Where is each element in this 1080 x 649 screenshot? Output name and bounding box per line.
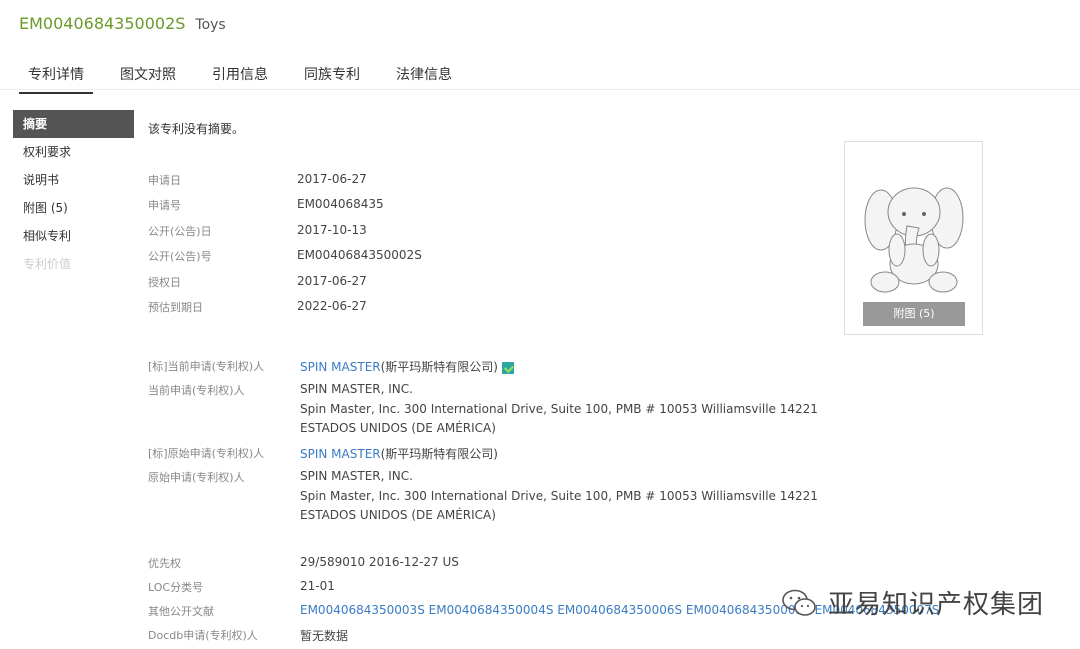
label: 其他公开文献 [148, 605, 214, 618]
verified-icon [502, 361, 514, 374]
address-line: Spin Master, Inc. 300 International Driv… [300, 489, 818, 503]
address-line: Spin Master, Inc. 300 International Driv… [300, 402, 818, 416]
sidebar: 摘要 权利要求 说明书 附图 (5) 相似专利 专利价值 [13, 110, 134, 278]
tab-family[interactable]: 同族专利 [295, 60, 369, 94]
address-line: ESTADOS UNIDOS (DE AMÉRICA) [300, 508, 496, 522]
title-row: EM0040684350002S Toys [19, 14, 226, 33]
sidebar-item-drawings[interactable]: 附图 (5) [13, 194, 134, 222]
label: [标]原始申请(专利权)人 [148, 447, 265, 460]
value: 29/589010 2016-12-27 US [300, 555, 459, 569]
label: 优先权 [148, 557, 181, 570]
watermark: 亚易知识产权集团 [780, 584, 1044, 621]
value: 暂无数据 [300, 629, 349, 643]
applicant-suffix: (斯平玛斯特有限公司) [380, 360, 498, 374]
label: [标]当前申请(专利权)人 [148, 360, 265, 373]
sidebar-item-value: 专利价值 [23, 257, 72, 271]
label: 公开(公告)号 [148, 250, 212, 263]
applicant-link[interactable]: SPIN MASTER, INC. [300, 382, 413, 396]
watermark-text: 亚易知识产权集团 [828, 590, 1045, 620]
value: EM0040684350002S [297, 248, 422, 262]
tab-legal[interactable]: 法律信息 [387, 60, 461, 94]
page-header: EM0040684350002S Toys 专利详情 图文对照 引用信息 同族专… [0, 0, 1080, 94]
value: 2017-10-13 [297, 223, 367, 237]
label: 授权日 [148, 276, 181, 289]
loc-link[interactable]: 21-01 [300, 579, 335, 593]
drawing-thumbnail[interactable]: 附图 (5) [844, 141, 983, 335]
patent-name: Toys [195, 17, 226, 33]
applicant-link[interactable]: SPIN MASTER, INC. [300, 469, 413, 483]
elephant-plush-image [864, 187, 964, 293]
tab-patent-detail[interactable]: 专利详情 [19, 60, 93, 94]
value: 2022-06-27 [297, 299, 367, 313]
label: LOC分类号 [148, 581, 204, 594]
value: EM004068435 [297, 197, 384, 211]
publication-link[interactable]: EM0040684350003S [300, 603, 425, 617]
label: 原始申请(专利权)人 [148, 471, 245, 484]
value: SPIN MASTER(斯平玛斯特有限公司) [300, 445, 498, 462]
drawings-button[interactable]: 附图 (5) [863, 302, 965, 326]
label: 预估到期日 [148, 301, 203, 314]
address-line: ESTADOS UNIDOS (DE AMÉRICA) [300, 421, 496, 435]
label: 公开(公告)日 [148, 225, 212, 238]
label: 申请日 [148, 174, 181, 187]
tab-text-image[interactable]: 图文对照 [111, 60, 185, 94]
value: SPIN MASTER(斯平玛斯特有限公司) [300, 358, 514, 375]
sidebar-item-claims[interactable]: 权利要求 [13, 138, 134, 166]
sidebar-item-similar[interactable]: 相似专利 [13, 222, 134, 250]
patent-number: EM0040684350002S [19, 14, 186, 33]
publication-link[interactable]: EM0040684350006S [557, 603, 682, 617]
sidebar-item-abstract[interactable]: 摘要 [13, 110, 134, 138]
label: Docdb申请(专利权)人 [148, 629, 258, 642]
no-abstract-text: 该专利没有摘要。 [148, 122, 245, 136]
wechat-icon [782, 589, 816, 616]
applicant-suffix: (斯平玛斯特有限公司) [380, 447, 498, 461]
tab-citations[interactable]: 引用信息 [203, 60, 277, 94]
label: 申请号 [148, 199, 181, 212]
tab-bar: 专利详情 图文对照 引用信息 同族专利 法律信息 [19, 60, 479, 94]
sidebar-item-description[interactable]: 说明书 [13, 166, 134, 194]
value: 2017-06-27 [297, 172, 367, 186]
value: 2017-06-27 [297, 274, 367, 288]
publication-link[interactable]: EM0040684350004S [429, 603, 554, 617]
applicant-link[interactable]: SPIN MASTER [300, 360, 381, 374]
label: 当前申请(专利权)人 [148, 384, 245, 397]
applicant-link[interactable]: SPIN MASTER [300, 447, 381, 461]
